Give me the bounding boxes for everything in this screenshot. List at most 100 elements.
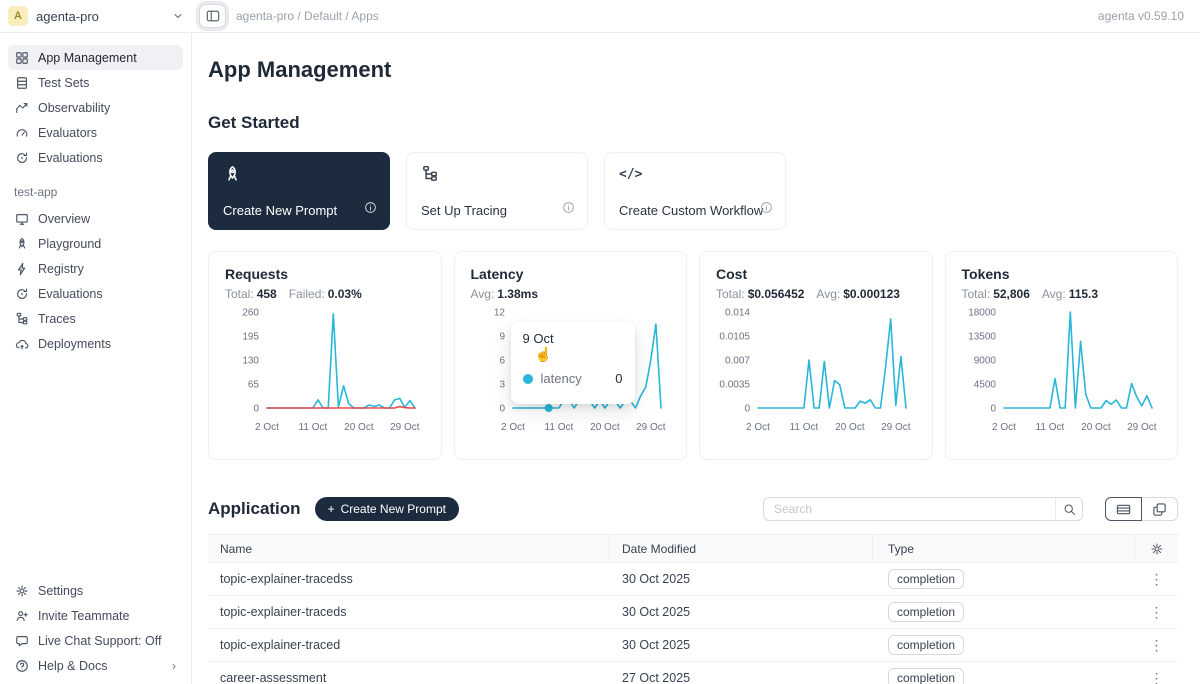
tokens-line-chart[interactable]: 04500900013500180002 Oct11 Oct20 Oct29 O… bbox=[958, 304, 1162, 444]
create-new-prompt-button[interactable]: + Create New Prompt bbox=[315, 497, 459, 521]
series-dot bbox=[523, 374, 533, 384]
chat-bubble-icon bbox=[15, 634, 29, 648]
sidebar-item-label: Help & Docs bbox=[38, 659, 107, 673]
tooltip-series-row: latency 0 bbox=[523, 371, 623, 386]
card-label: Set Up Tracing bbox=[421, 203, 507, 218]
svg-text:13500: 13500 bbox=[968, 332, 996, 343]
sidebar-item-test-sets[interactable]: Test Sets bbox=[8, 70, 183, 95]
row-menu-button[interactable]: ⋮ bbox=[1144, 670, 1170, 684]
sidebar-item-registry[interactable]: Registry bbox=[8, 256, 183, 281]
type-badge: completion bbox=[888, 569, 964, 589]
column-header-name[interactable]: Name bbox=[208, 535, 610, 562]
chart-stats: Total:458 Failed:0.03% bbox=[225, 287, 425, 301]
table-row[interactable]: topic-explainer-traced 30 Oct 2025 compl… bbox=[208, 629, 1178, 662]
sidebar-item-app-management[interactable]: App Management bbox=[8, 45, 183, 70]
svg-text:11 Oct: 11 Oct bbox=[790, 422, 819, 433]
info-icon[interactable] bbox=[364, 201, 377, 219]
svg-text:2 Oct: 2 Oct bbox=[501, 422, 525, 433]
info-icon[interactable] bbox=[562, 201, 575, 219]
table-row[interactable]: topic-explainer-tracedss 30 Oct 2025 com… bbox=[208, 563, 1178, 596]
create-new-prompt-card[interactable]: Create New Prompt bbox=[208, 152, 390, 230]
table-row[interactable]: career-assessment 27 Oct 2025 completion… bbox=[208, 662, 1178, 684]
search-input[interactable] bbox=[764, 498, 1055, 520]
sidebar-item-label: Overview bbox=[38, 212, 90, 226]
sidebar-item-invite-teammate[interactable]: Invite Teammate bbox=[8, 603, 183, 628]
sidebar-item-label: Invite Teammate bbox=[38, 609, 129, 623]
sidebar-item-settings[interactable]: Settings bbox=[8, 578, 183, 603]
sidebar-item-label: Settings bbox=[38, 584, 83, 598]
app-version: agenta v0.59.10 bbox=[1098, 9, 1184, 23]
workspace-name: agenta-pro bbox=[36, 9, 164, 24]
workspace-selector[interactable]: A agenta-pro bbox=[0, 6, 192, 26]
help-circle-icon bbox=[15, 659, 29, 673]
row-menu-button[interactable]: ⋮ bbox=[1144, 571, 1170, 588]
sidebar-item-traces[interactable]: Traces bbox=[8, 306, 183, 331]
column-header-date-modified[interactable]: Date Modified bbox=[610, 535, 873, 562]
sidebar-footer: Settings Invite Teammate Live Chat Suppo… bbox=[8, 578, 183, 678]
table-row[interactable]: topic-explainer-traceds 30 Oct 2025 comp… bbox=[208, 596, 1178, 629]
app-name: topic-explainer-traced bbox=[208, 638, 610, 652]
svg-text:9: 9 bbox=[499, 332, 505, 343]
svg-text:18000: 18000 bbox=[968, 308, 996, 319]
sidebar-item-evaluations-app[interactable]: Evaluations bbox=[8, 281, 183, 306]
series-value: 0 bbox=[615, 371, 622, 386]
svg-text:0.0105: 0.0105 bbox=[719, 332, 750, 343]
type-badge: completion bbox=[888, 668, 964, 684]
app-name: topic-explainer-tracedss bbox=[208, 572, 610, 586]
app-date-modified: 27 Oct 2025 bbox=[610, 671, 873, 684]
sidebar-item-label: Traces bbox=[38, 312, 76, 326]
main-content: App Management Get Started Create New Pr… bbox=[193, 33, 1200, 684]
sidebar-item-deployments[interactable]: Deployments bbox=[8, 331, 183, 356]
metrics-charts: Requests Total:458 Failed:0.03% 06513019… bbox=[208, 251, 1178, 460]
card-label: Create New Prompt bbox=[223, 203, 337, 218]
sidebar-item-help-docs[interactable]: Help & Docs › bbox=[8, 653, 183, 678]
chart-title: Requests bbox=[225, 266, 425, 282]
app-date-modified: 30 Oct 2025 bbox=[610, 605, 873, 619]
column-header-type[interactable]: Type bbox=[873, 535, 1135, 562]
sidebar-item-live-chat-support[interactable]: Live Chat Support: Off bbox=[8, 628, 183, 653]
svg-text:0: 0 bbox=[499, 404, 505, 415]
svg-text:29 Oct: 29 Oct bbox=[1127, 422, 1157, 433]
cost-line-chart[interactable]: 00.00350.0070.01050.0142 Oct11 Oct20 Oct… bbox=[712, 304, 916, 444]
svg-text:0: 0 bbox=[744, 404, 750, 415]
svg-text:9000: 9000 bbox=[973, 356, 996, 367]
table-view-button[interactable] bbox=[1105, 497, 1142, 521]
panel-left-icon bbox=[206, 9, 220, 23]
create-custom-workflow-card[interactable]: </> Create Custom Workflow bbox=[604, 152, 786, 230]
svg-text:11 Oct: 11 Oct bbox=[299, 422, 328, 433]
sidebar-item-playground[interactable]: Playground bbox=[8, 231, 183, 256]
svg-text:130: 130 bbox=[242, 356, 259, 367]
bolt-icon bbox=[15, 262, 29, 276]
tracing-tree-icon bbox=[421, 165, 439, 183]
view-toggle bbox=[1105, 497, 1178, 521]
rocket-icon bbox=[223, 165, 242, 184]
chart-title: Latency bbox=[471, 266, 671, 282]
requests-line-chart[interactable]: 0651301952602 Oct11 Oct20 Oct29 Oct bbox=[221, 304, 425, 444]
tree-icon bbox=[15, 312, 29, 326]
rocket-icon bbox=[15, 237, 29, 251]
row-menu-button[interactable]: ⋮ bbox=[1144, 604, 1170, 621]
type-badge: completion bbox=[888, 602, 964, 622]
gauge-icon bbox=[15, 126, 29, 140]
sidebar: App Management Test Sets Observability E… bbox=[0, 33, 192, 684]
latency-chart-card: Latency Avg:1.38ms 0369122 Oct11 Oct20 O… bbox=[454, 251, 688, 460]
cursor-hand-icon: ☝ bbox=[535, 346, 623, 363]
column-settings[interactable] bbox=[1135, 535, 1178, 562]
app-date-modified: 30 Oct 2025 bbox=[610, 572, 873, 586]
sidebar-item-label: Observability bbox=[38, 101, 110, 115]
sidebar-toggle-button[interactable] bbox=[199, 4, 226, 28]
sidebar-item-label: Registry bbox=[38, 262, 84, 276]
svg-text:4500: 4500 bbox=[973, 380, 996, 391]
sidebar-item-observability[interactable]: Observability bbox=[8, 95, 183, 120]
set-up-tracing-card[interactable]: Set Up Tracing bbox=[406, 152, 588, 230]
breadcrumb[interactable]: agenta-pro / Default / Apps bbox=[236, 9, 1098, 23]
svg-text:0: 0 bbox=[253, 404, 259, 415]
sidebar-item-overview[interactable]: Overview bbox=[8, 206, 183, 231]
sidebar-item-evaluations[interactable]: Evaluations bbox=[8, 145, 183, 170]
search-icon[interactable] bbox=[1055, 498, 1082, 520]
row-menu-button[interactable]: ⋮ bbox=[1144, 637, 1170, 654]
card-view-button[interactable] bbox=[1141, 497, 1178, 521]
tokens-chart-card: Tokens Total:52,806 Avg:115.3 0450090001… bbox=[945, 251, 1179, 460]
info-icon[interactable] bbox=[760, 201, 773, 219]
sidebar-item-evaluators[interactable]: Evaluators bbox=[8, 120, 183, 145]
